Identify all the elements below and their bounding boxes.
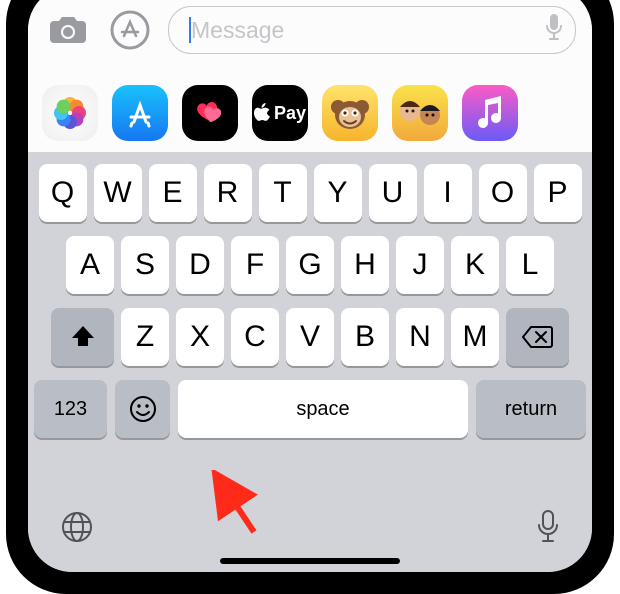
camera-button[interactable] xyxy=(44,6,92,54)
app-store-button[interactable] xyxy=(106,6,154,54)
key-k[interactable]: K xyxy=(451,236,499,294)
key-space[interactable]: space xyxy=(178,380,468,438)
apple-pay-label: Pay xyxy=(274,103,306,124)
dictation-button-bottom[interactable] xyxy=(536,510,560,549)
monkey-icon xyxy=(328,91,372,135)
microphone-icon xyxy=(536,510,560,544)
globe-button[interactable] xyxy=(60,510,94,549)
key-d[interactable]: D xyxy=(176,236,224,294)
message-input[interactable]: Message xyxy=(168,6,576,54)
app-apple-pay[interactable]: Pay xyxy=(252,85,308,141)
key-f[interactable]: F xyxy=(231,236,279,294)
app-appstore[interactable] xyxy=(112,85,168,141)
keyboard-row-4: 123 space return xyxy=(34,380,586,438)
key-delete[interactable] xyxy=(506,308,569,366)
apple-logo-icon xyxy=(254,103,272,123)
phone-frame: Message Pay xyxy=(6,0,614,594)
key-p[interactable]: P xyxy=(534,164,582,222)
key-g[interactable]: G xyxy=(286,236,334,294)
app-music[interactable] xyxy=(462,85,518,141)
key-b[interactable]: B xyxy=(341,308,389,366)
key-q[interactable]: Q xyxy=(39,164,87,222)
key-s[interactable]: S xyxy=(121,236,169,294)
key-y[interactable]: Y xyxy=(314,164,362,222)
app-store-icon xyxy=(110,10,150,50)
key-return[interactable]: return xyxy=(476,380,586,438)
message-placeholder: Message xyxy=(191,17,284,44)
appstore-a-icon xyxy=(123,96,157,130)
app-memoji[interactable] xyxy=(322,85,378,141)
music-note-icon xyxy=(475,96,505,130)
keyboard-row-2: A S D F G H J K L xyxy=(34,236,586,294)
key-j[interactable]: J xyxy=(396,236,444,294)
key-shift[interactable] xyxy=(51,308,114,366)
key-n[interactable]: N xyxy=(396,308,444,366)
key-e[interactable]: E xyxy=(149,164,197,222)
key-z[interactable]: Z xyxy=(121,308,169,366)
backspace-icon xyxy=(522,325,554,349)
camera-icon xyxy=(50,15,86,45)
app-digital-touch[interactable] xyxy=(182,85,238,141)
message-input-bar: Message xyxy=(28,0,592,75)
app-photos[interactable] xyxy=(42,85,98,141)
key-a[interactable]: A xyxy=(66,236,114,294)
key-l[interactable]: L xyxy=(506,236,554,294)
key-o[interactable]: O xyxy=(479,164,527,222)
key-r[interactable]: R xyxy=(204,164,252,222)
home-indicator[interactable] xyxy=(220,558,400,564)
photos-icon xyxy=(52,95,88,131)
phone-screen: Message Pay xyxy=(28,0,592,572)
key-x[interactable]: X xyxy=(176,308,224,366)
text-cursor xyxy=(189,17,191,43)
keyboard-row-1: Q W E R T Y U I O P xyxy=(34,164,586,222)
microphone-icon xyxy=(545,13,563,41)
key-v[interactable]: V xyxy=(286,308,334,366)
hearts-icon xyxy=(190,100,230,126)
imessage-app-strip: Pay xyxy=(28,74,592,153)
key-u[interactable]: U xyxy=(369,164,417,222)
key-numeric[interactable]: 123 xyxy=(34,380,107,438)
memoji-group-icon xyxy=(396,93,444,133)
key-t[interactable]: T xyxy=(259,164,307,222)
globe-icon xyxy=(60,510,94,544)
keyboard-row-3: Z X C V B N M xyxy=(34,308,586,366)
app-memoji-stickers[interactable] xyxy=(392,85,448,141)
key-h[interactable]: H xyxy=(341,236,389,294)
shift-icon xyxy=(70,324,96,350)
key-m[interactable]: M xyxy=(451,308,499,366)
key-c[interactable]: C xyxy=(231,308,279,366)
screenshot-stage: Message Pay xyxy=(0,0,620,581)
key-i[interactable]: I xyxy=(424,164,472,222)
emoji-icon xyxy=(128,394,158,424)
keyboard: Q W E R T Y U I O P A S D F G H xyxy=(28,152,592,572)
dictation-button[interactable] xyxy=(545,13,563,47)
key-emoji[interactable] xyxy=(115,380,170,438)
key-w[interactable]: W xyxy=(94,164,142,222)
